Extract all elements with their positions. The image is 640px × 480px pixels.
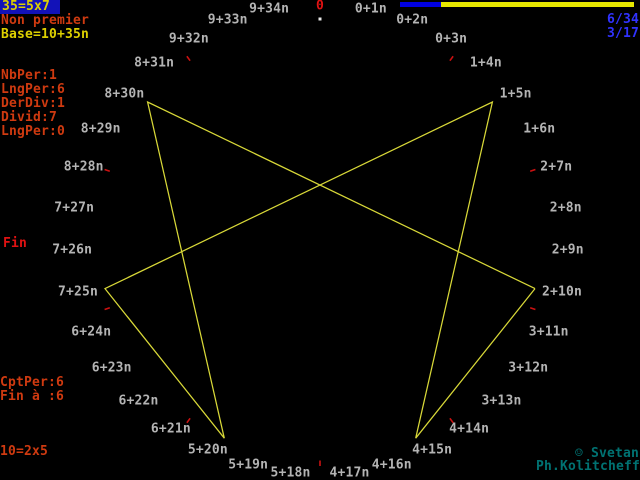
circle-label-8: 2+8n [550, 201, 582, 216]
circle-label-30: 8+30n [104, 86, 144, 101]
circle-label-28: 8+28n [64, 160, 104, 175]
circle-label-29: 8+29n [81, 121, 121, 136]
circle-label-12: 3+12n [508, 361, 548, 376]
circle-label-27: 7+27n [54, 201, 94, 216]
circle-label-32: 9+32n [169, 31, 209, 46]
circle-label-10: 2+10n [542, 284, 582, 299]
circle-label-22: 6+22n [119, 394, 159, 409]
circle-label-3: 0+3n [435, 31, 467, 46]
circle-label-2: 0+2n [396, 13, 428, 28]
circle-label-17: 4+17n [330, 465, 370, 480]
circle-label-16: 4+16n [372, 458, 412, 473]
circle-label-26: 7+26n [52, 243, 92, 258]
circle-label-5: 1+5n [500, 86, 532, 101]
circle-label-9: 2+9n [552, 243, 584, 258]
circle-label-19: 5+19n [228, 458, 268, 473]
digit-boundary-tick [105, 308, 110, 310]
circle-label-15: 4+15n [412, 443, 452, 458]
circle-label-4: 1+4n [470, 56, 502, 71]
origin-dot [319, 18, 322, 21]
circle-label-7: 2+7n [540, 160, 572, 175]
circle-label-20: 5+20n [188, 443, 228, 458]
circle-label-31: 8+31n [134, 56, 174, 71]
circle-label-25: 7+25n [58, 284, 98, 299]
circle-label-23: 6+23n [92, 361, 132, 376]
digit-boundary-tick [530, 170, 535, 172]
circle-label-21: 6+21n [151, 421, 191, 436]
circle-label-11: 3+11n [529, 324, 569, 339]
circle-label-18: 5+18n [271, 465, 311, 480]
circle-label-13: 3+13n [482, 394, 522, 409]
digit-boundary-tick [105, 170, 110, 172]
circle-label-14: 4+14n [449, 421, 489, 436]
circle-label-6: 1+6n [523, 121, 555, 136]
digit-boundary-tick [450, 56, 453, 60]
dos-screen: 35=5x7 Non premier Base=10+35n NbPer:1 L… [0, 0, 640, 480]
star-polygon-svg [0, 0, 640, 480]
circle-label-0: 0 [316, 0, 324, 13]
circle-label-1: 0+1n [355, 2, 387, 17]
digit-boundary-tick [187, 56, 190, 60]
circle-label-34: 9+34n [249, 2, 289, 17]
circle-label-24: 6+24n [71, 324, 111, 339]
period-cycle-polyline [105, 102, 535, 438]
circle-label-33: 9+33n [208, 13, 248, 28]
digit-boundary-tick [530, 308, 535, 310]
